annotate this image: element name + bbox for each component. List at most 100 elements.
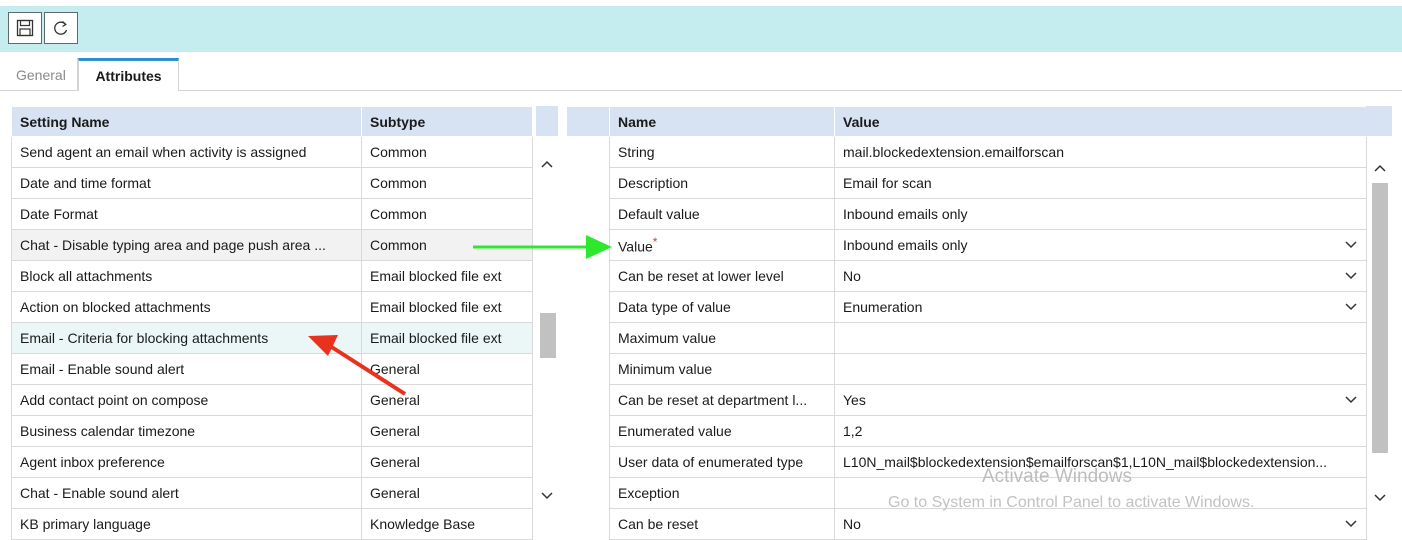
- attribute-name-label: Can be reset: [618, 516, 699, 532]
- table-row[interactable]: Can be reset at department l... Yes: [566, 384, 1367, 416]
- table-row[interactable]: User data of enumerated type L10N_mail$bl…: [566, 446, 1367, 478]
- attribute-value-text: Inbound emails only: [843, 206, 968, 222]
- value-dropdown[interactable]: Inbound emails only: [834, 229, 1367, 261]
- table-row[interactable]: Business calendar timezone General: [11, 415, 533, 447]
- row-gutter: [566, 198, 610, 230]
- value-field[interactable]: 1,2: [834, 415, 1367, 447]
- table-row[interactable]: Description Email for scan: [566, 167, 1367, 199]
- value-field[interactable]: [834, 353, 1367, 385]
- save-button[interactable]: [8, 12, 42, 44]
- chevron-down-icon[interactable]: [1344, 392, 1358, 409]
- table-row[interactable]: Chat - Enable sound alert General: [11, 477, 533, 509]
- setting-name-cell: Business calendar timezone: [11, 415, 362, 447]
- attribute-name-label: Description: [618, 175, 689, 191]
- chevron-down-icon[interactable]: [1344, 237, 1358, 254]
- table-row[interactable]: Enumerated value 1,2: [566, 415, 1367, 447]
- row-gutter: [566, 446, 610, 478]
- table-row[interactable]: Send agent an email when activity is ass…: [11, 136, 533, 168]
- column-header-name[interactable]: Name: [609, 106, 835, 137]
- table-row[interactable]: Value* Inbound emails only: [566, 229, 1367, 261]
- scroll-up-icon[interactable]: [1373, 160, 1387, 176]
- refresh-icon: [54, 21, 68, 35]
- attributes-grid: Name Value String mail.blockedextension.e…: [566, 106, 1367, 540]
- required-marker: *: [652, 235, 658, 250]
- setting-name-cell: Block all attachments: [11, 260, 362, 292]
- attribute-name-cell: Minimum value: [609, 353, 835, 385]
- activate-windows-watermark: Activate Windows: [982, 466, 1132, 487]
- table-row[interactable]: Can be reset No: [566, 508, 1367, 540]
- value-field[interactable]: Email for scan: [834, 167, 1367, 199]
- chevron-down-icon[interactable]: [1344, 299, 1358, 316]
- table-row[interactable]: Default value Inbound emails only: [566, 198, 1367, 230]
- table-row[interactable]: Maximum value: [566, 322, 1367, 354]
- chevron-down-icon[interactable]: [1344, 516, 1358, 533]
- table-row[interactable]: Date Format Common: [11, 198, 533, 230]
- attribute-name-label: Enumerated value: [618, 423, 732, 439]
- row-gutter: [566, 229, 610, 261]
- attribute-value-text: Inbound emails only: [843, 237, 968, 253]
- value-field[interactable]: [834, 322, 1367, 354]
- table-row[interactable]: Email - Enable sound alert General: [11, 353, 533, 385]
- table-row[interactable]: Minimum value: [566, 353, 1367, 385]
- attributes-scrollbar-header: [1366, 106, 1392, 136]
- scroll-up-icon[interactable]: [540, 156, 554, 172]
- scroll-down-icon[interactable]: [1373, 490, 1387, 506]
- scroll-down-icon[interactable]: [540, 488, 554, 504]
- table-row[interactable]: Action on blocked attachments Email block…: [11, 291, 533, 323]
- table-row[interactable]: Block all attachments Email blocked file …: [11, 260, 533, 292]
- subtype-cell: Email blocked file ext: [361, 260, 533, 292]
- setting-name-cell: Action on blocked attachments: [11, 291, 362, 323]
- value-dropdown[interactable]: Enumeration: [834, 291, 1367, 323]
- subtype-cell: Knowledge Base: [361, 508, 533, 540]
- row-gutter: [566, 167, 610, 199]
- subtype-cell: General: [361, 415, 533, 447]
- subtype-cell: General: [361, 384, 533, 416]
- table-row[interactable]: Agent inbox preference General: [11, 446, 533, 478]
- attribute-value-text: Enumeration: [843, 299, 923, 315]
- chevron-down-icon[interactable]: [1344, 268, 1358, 285]
- attribute-name-cell: Can be reset at department l...: [609, 384, 835, 416]
- attribute-value-text: No: [843, 516, 861, 532]
- subtype-cell: Common: [361, 167, 533, 199]
- row-gutter: [566, 260, 610, 292]
- column-header-subtype[interactable]: Subtype: [361, 106, 533, 137]
- tab-attributes[interactable]: Attributes: [78, 58, 179, 91]
- table-row[interactable]: Data type of value Enumeration: [566, 291, 1367, 323]
- setting-name-cell: KB primary language: [11, 508, 362, 540]
- subtype-cell: Common: [361, 229, 533, 261]
- value-dropdown[interactable]: No: [834, 260, 1367, 292]
- value-field[interactable]: mail.blockedextension.emailforscan: [834, 136, 1367, 168]
- activate-windows-hint: Go to System in Control Panel to activat…: [888, 494, 1255, 511]
- row-gutter-header: [566, 106, 610, 137]
- row-gutter: [566, 508, 610, 540]
- column-header-setting-name[interactable]: Setting Name: [11, 106, 362, 137]
- attribute-name-cell: String: [609, 136, 835, 168]
- attribute-name-cell: User data of enumerated type: [609, 446, 835, 478]
- subtype-cell: General: [361, 446, 533, 478]
- attribute-value-text: No: [843, 268, 861, 284]
- table-row[interactable]: String mail.blockedextension.emailforscan: [566, 136, 1367, 168]
- value-dropdown[interactable]: No: [834, 508, 1367, 540]
- column-header-value[interactable]: Value: [834, 106, 1367, 137]
- table-row[interactable]: Email - Criteria for blocking attachment…: [11, 322, 533, 354]
- attribute-name-label: Minimum value: [618, 361, 713, 377]
- table-row[interactable]: Add contact point on compose General: [11, 384, 533, 416]
- table-row[interactable]: Can be reset at lower level No: [566, 260, 1367, 292]
- settings-scrollbar-thumb[interactable]: [540, 313, 556, 358]
- attribute-name-cell: Maximum value: [609, 322, 835, 354]
- setting-name-cell: Send agent an email when activity is ass…: [11, 136, 362, 168]
- attribute-name-label: Default value: [618, 206, 700, 222]
- attribute-name-cell: Description: [609, 167, 835, 199]
- tab-general[interactable]: General: [6, 58, 78, 90]
- settings-scrollbar-header: [536, 106, 558, 136]
- attributes-scrollbar-thumb[interactable]: [1372, 183, 1388, 453]
- table-row[interactable]: Date and time format Common: [11, 167, 533, 199]
- attribute-value-text: mail.blockedextension.emailforscan: [843, 144, 1064, 160]
- row-gutter: [566, 291, 610, 323]
- value-field[interactable]: Inbound emails only: [834, 198, 1367, 230]
- refresh-button[interactable]: [44, 12, 78, 44]
- value-dropdown[interactable]: Yes: [834, 384, 1367, 416]
- table-row[interactable]: Chat - Disable typing area and page push…: [11, 229, 533, 261]
- table-row[interactable]: KB primary language Knowledge Base: [11, 508, 533, 540]
- subtype-cell: Common: [361, 198, 533, 230]
